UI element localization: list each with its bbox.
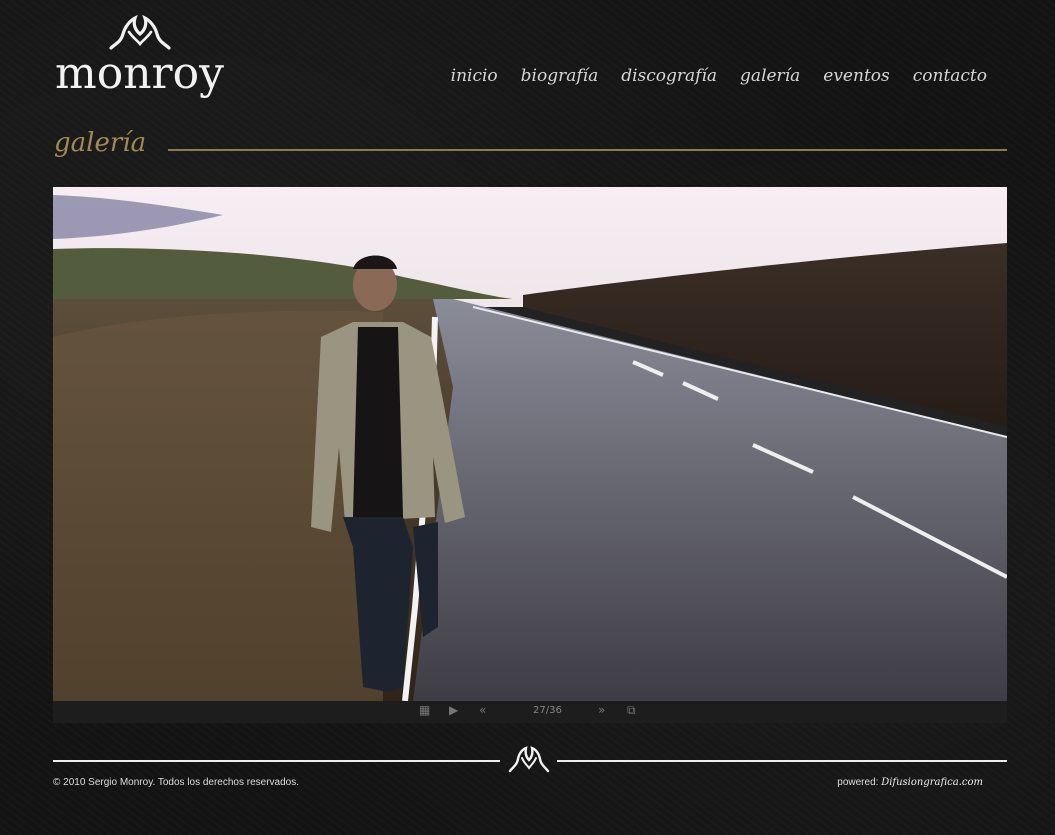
double-chevron-left-icon[interactable]: «	[479, 703, 486, 717]
title-divider	[168, 149, 1007, 151]
footer-divider-right	[557, 760, 1007, 762]
powered-by: powered: Difusiongrafica.com	[837, 777, 983, 788]
logo-wordmark: monroy	[55, 48, 224, 99]
footer-divider-left	[53, 760, 500, 762]
image-counter: 27/36	[533, 705, 562, 716]
gallery-controls: ▦ ▶ « 27/36 » ⧉	[53, 701, 1007, 723]
site-logo[interactable]: monroy	[55, 14, 225, 104]
nav-item-eventos[interactable]: eventos	[823, 66, 889, 86]
nav-item-galeria[interactable]: galería	[740, 66, 800, 86]
nav-item-biografia[interactable]: biografía	[521, 66, 599, 86]
grid-icon[interactable]: ▦	[419, 703, 430, 717]
main-nav: inicio biografía discografía galería eve…	[428, 66, 987, 86]
nav-item-contacto[interactable]: contacto	[913, 66, 987, 86]
nav-item-discografia[interactable]: discografía	[621, 66, 717, 86]
page-title: galería	[54, 128, 147, 158]
external-window-icon[interactable]: ⧉	[627, 703, 636, 718]
powered-link[interactable]: Difusiongrafica.com	[881, 777, 983, 788]
powered-label: powered:	[837, 777, 879, 788]
gallery-photo-image	[53, 187, 1007, 701]
gallery-photo[interactable]	[53, 187, 1007, 701]
double-chevron-right-icon[interactable]: »	[598, 703, 605, 717]
copyright-text: © 2010 Sergio Monroy. Todos los derechos…	[53, 777, 300, 788]
m-flourish-icon	[508, 746, 550, 773]
play-icon[interactable]: ▶	[449, 703, 458, 717]
nav-item-inicio[interactable]: inicio	[451, 66, 498, 86]
